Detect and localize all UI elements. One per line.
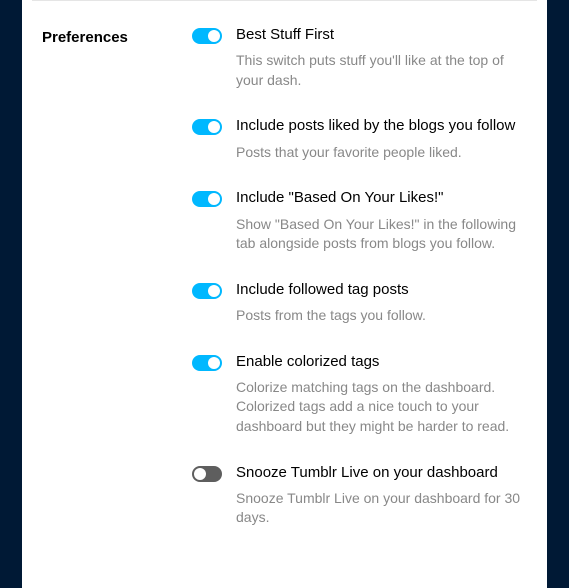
toggle-knob — [208, 357, 220, 369]
pref-description: Snooze Tumblr Live on your dashboard for… — [236, 489, 527, 528]
pref-based-on-likes: Include "Based On Your Likes!" Show "Bas… — [192, 188, 527, 253]
pref-description: Colorize matching tags on the dashboard.… — [236, 378, 527, 437]
toggle-knob — [208, 285, 220, 297]
pref-description: Posts that your favorite people liked. — [236, 143, 527, 163]
pref-title: Include followed tag posts — [236, 280, 527, 300]
pref-text: Best Stuff First This switch puts stuff … — [236, 25, 527, 90]
toggle-based-on-likes[interactable] — [192, 191, 222, 207]
toggle-snooze-tumblr-live[interactable] — [192, 466, 222, 482]
pref-title: Snooze Tumblr Live on your dashboard — [236, 463, 527, 483]
toggle-knob — [208, 193, 220, 205]
pref-description: Show "Based On Your Likes!" in the follo… — [236, 215, 527, 254]
pref-followed-tag-posts: Include followed tag posts Posts from th… — [192, 280, 527, 326]
pref-title: Best Stuff First — [236, 25, 527, 45]
pref-best-stuff-first: Best Stuff First This switch puts stuff … — [192, 25, 527, 90]
pref-title: Enable colorized tags — [236, 352, 527, 372]
toggle-knob — [194, 468, 206, 480]
pref-title: Include posts liked by the blogs you fol… — [236, 116, 527, 136]
section-title: Preferences — [32, 25, 192, 46]
pref-description: Posts from the tags you follow. — [236, 306, 527, 326]
pref-text: Snooze Tumblr Live on your dashboard Sno… — [236, 463, 527, 528]
pref-text: Include posts liked by the blogs you fol… — [236, 116, 527, 162]
pref-text: Include "Based On Your Likes!" Show "Bas… — [236, 188, 527, 253]
toggle-best-stuff-first[interactable] — [192, 28, 222, 44]
pref-text: Include followed tag posts Posts from th… — [236, 280, 527, 326]
pref-description: This switch puts stuff you'll like at th… — [236, 51, 527, 90]
toggle-colorized-tags[interactable] — [192, 355, 222, 371]
pref-include-liked-posts: Include posts liked by the blogs you fol… — [192, 116, 527, 162]
toggle-include-liked-posts[interactable] — [192, 119, 222, 135]
preferences-section: Preferences Best Stuff First This switch… — [32, 25, 537, 528]
toggle-knob — [208, 30, 220, 42]
pref-snooze-tumblr-live: Snooze Tumblr Live on your dashboard Sno… — [192, 463, 527, 528]
settings-panel: Preferences Best Stuff First This switch… — [22, 0, 547, 588]
pref-text: Enable colorized tags Colorize matching … — [236, 352, 527, 437]
toggle-knob — [208, 121, 220, 133]
pref-title: Include "Based On Your Likes!" — [236, 188, 527, 208]
pref-colorized-tags: Enable colorized tags Colorize matching … — [192, 352, 527, 437]
section-divider — [32, 0, 537, 1]
preferences-list: Best Stuff First This switch puts stuff … — [192, 25, 537, 528]
toggle-followed-tag-posts[interactable] — [192, 283, 222, 299]
